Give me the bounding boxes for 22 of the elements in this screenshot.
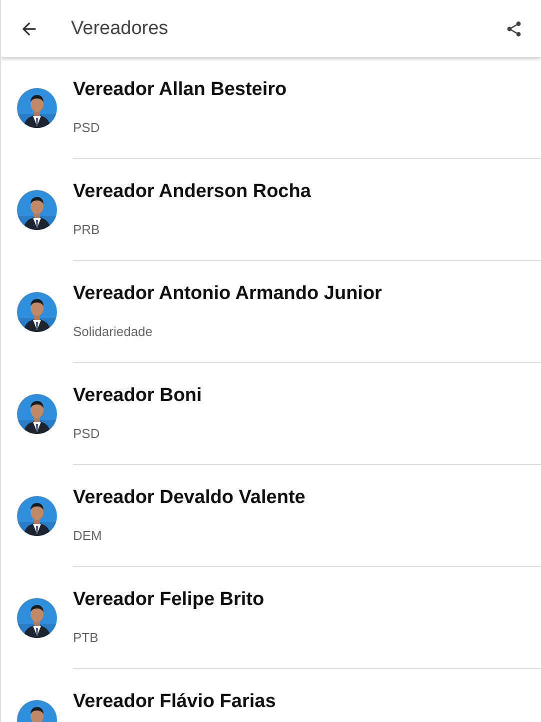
party-label: PTB [73, 630, 100, 645]
page-title: Vereadores [71, 18, 168, 40]
member-item[interactable]: Vereador Felipe Brito PTB [1, 567, 541, 669]
member-item[interactable]: Vereador Anderson Rocha PRB [1, 159, 541, 261]
share-icon [505, 20, 523, 38]
member-name: Vereador Antonio Armando Junior [73, 283, 383, 305]
member-name: Vereador Allan Besteiro [73, 79, 288, 101]
party-label: PSD [73, 120, 101, 135]
member-item[interactable]: Vereador Antonio Armando Junior Solidariedade [1, 261, 541, 363]
member-item[interactable]: Vereador Boni PSD [1, 363, 541, 465]
party-label: Solidariedade [73, 324, 154, 339]
party-label: PSD [73, 426, 101, 441]
member-item[interactable]: Vereador Allan Besteiro PSD [1, 57, 541, 159]
member-name: Vereador Flávio Farias [73, 691, 277, 713]
member-name: Vereador Felipe Brito [73, 589, 266, 611]
member-item[interactable]: Vereador Flávio Farias [1, 669, 541, 722]
member-name: Vereador Devaldo Valente [73, 487, 306, 509]
party-label: DEM [73, 528, 103, 543]
member-item[interactable]: Vereador Devaldo Valente DEM [1, 465, 541, 567]
party-label: PRB [73, 222, 101, 237]
member-name: Vereador Anderson Rocha [73, 181, 312, 203]
member-name: Vereador Boni [73, 385, 203, 407]
